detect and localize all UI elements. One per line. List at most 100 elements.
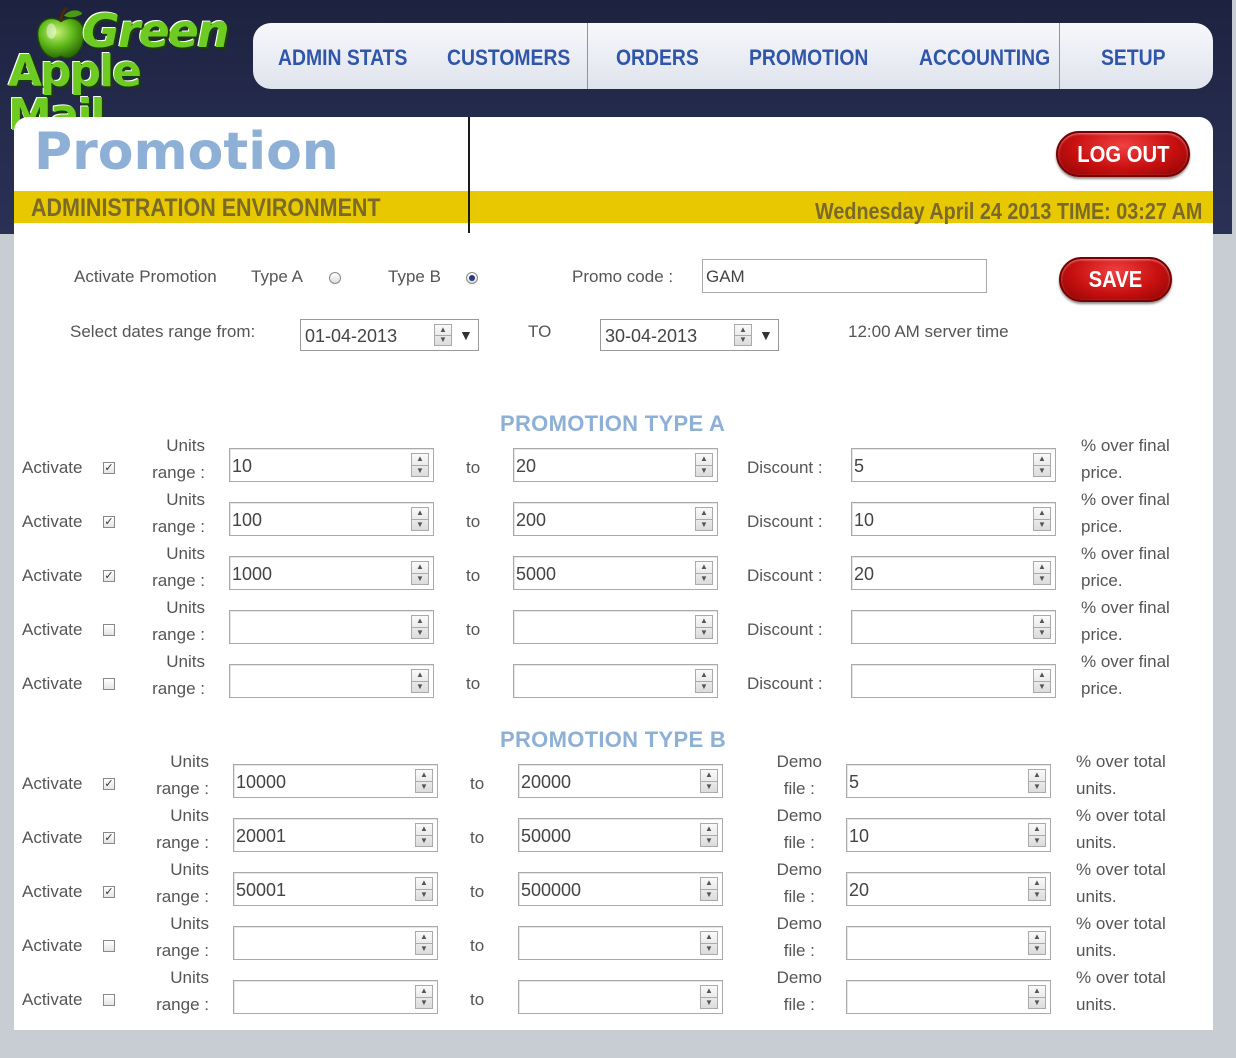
spin-up-icon[interactable]: ▲ <box>416 824 432 835</box>
spin-up-icon[interactable]: ▲ <box>696 454 712 465</box>
spin-down-icon[interactable]: ▼ <box>696 680 712 693</box>
spin-down-icon[interactable]: ▼ <box>435 334 451 346</box>
number-spinner[interactable]: ▲ ▼ <box>411 453 429 477</box>
activate-checkbox[interactable]: ✓ <box>103 570 115 582</box>
spin-up-icon[interactable]: ▲ <box>416 770 432 781</box>
spin-up-icon[interactable]: ▲ <box>1029 932 1045 943</box>
spin-up-icon[interactable]: ▲ <box>696 670 712 681</box>
number-spinner[interactable]: ▲ ▼ <box>695 453 713 477</box>
units-from-field[interactable]: 20001 ▲ ▼ <box>233 818 438 852</box>
spin-up-icon[interactable]: ▲ <box>701 986 717 997</box>
spin-up-icon[interactable]: ▲ <box>1034 508 1050 519</box>
number-spinner[interactable]: ▲ ▼ <box>415 931 433 955</box>
spin-up-icon[interactable]: ▲ <box>701 770 717 781</box>
promo-code-input[interactable]: GAM <box>702 259 987 293</box>
units-to-field[interactable]: 5000 ▲ ▼ <box>513 556 718 590</box>
spin-down-icon[interactable]: ▼ <box>696 572 712 585</box>
units-from-field[interactable]: 50001 ▲ ▼ <box>233 872 438 906</box>
number-spinner[interactable]: ▲ ▼ <box>1028 823 1046 847</box>
units-from-field[interactable]: 10000 ▲ ▼ <box>233 764 438 798</box>
demo-file-field[interactable]: ▲ ▼ <box>846 926 1051 960</box>
spin-up-icon[interactable]: ▲ <box>412 562 428 573</box>
number-spinner[interactable]: ▲ ▼ <box>695 507 713 531</box>
nav-promotion[interactable]: PROMOTION <box>749 45 868 71</box>
spin-down-icon[interactable]: ▼ <box>696 464 712 477</box>
spin-up-icon[interactable]: ▲ <box>1034 616 1050 627</box>
activate-checkbox[interactable]: ✓ <box>103 832 115 844</box>
spin-down-icon[interactable]: ▼ <box>412 464 428 477</box>
spin-down-icon[interactable]: ▼ <box>701 834 717 847</box>
activate-checkbox[interactable] <box>103 940 115 952</box>
number-spinner[interactable]: ▲ ▼ <box>1028 931 1046 955</box>
number-spinner[interactable]: ▲ ▼ <box>411 561 429 585</box>
date-to-spinner[interactable]: ▲ ▼ <box>734 324 752 346</box>
spin-down-icon[interactable]: ▼ <box>701 942 717 955</box>
number-spinner[interactable]: ▲ ▼ <box>415 985 433 1009</box>
demo-file-field[interactable]: 10 ▲ ▼ <box>846 818 1051 852</box>
spin-down-icon[interactable]: ▼ <box>1029 834 1045 847</box>
spin-up-icon[interactable]: ▲ <box>1029 986 1045 997</box>
number-spinner[interactable]: ▲ ▼ <box>1028 877 1046 901</box>
units-from-field[interactable]: ▲ ▼ <box>233 926 438 960</box>
date-to-picker[interactable]: 30-04-2013 <box>600 319 779 351</box>
spin-down-icon[interactable]: ▼ <box>696 518 712 531</box>
number-spinner[interactable]: ▲ ▼ <box>415 769 433 793</box>
activate-checkbox[interactable] <box>103 624 115 636</box>
spin-up-icon[interactable]: ▲ <box>1034 670 1050 681</box>
spin-down-icon[interactable]: ▼ <box>412 680 428 693</box>
units-to-field[interactable]: 50000 ▲ ▼ <box>518 818 723 852</box>
number-spinner[interactable]: ▲ ▼ <box>411 615 429 639</box>
date-from-spinner[interactable]: ▲ ▼ <box>434 324 452 346</box>
spin-down-icon[interactable]: ▼ <box>696 626 712 639</box>
number-spinner[interactable]: ▲ ▼ <box>700 877 718 901</box>
spin-down-icon[interactable]: ▼ <box>1034 572 1050 585</box>
activate-checkbox[interactable] <box>103 994 115 1006</box>
spin-up-icon[interactable]: ▲ <box>735 325 751 335</box>
spin-up-icon[interactable]: ▲ <box>696 562 712 573</box>
discount-field[interactable]: 5 ▲ ▼ <box>851 448 1056 482</box>
spin-up-icon[interactable]: ▲ <box>1029 824 1045 835</box>
spin-up-icon[interactable]: ▲ <box>1029 770 1045 781</box>
spin-down-icon[interactable]: ▼ <box>1034 518 1050 531</box>
spin-down-icon[interactable]: ▼ <box>701 888 717 901</box>
spin-down-icon[interactable]: ▼ <box>412 626 428 639</box>
number-spinner[interactable]: ▲ ▼ <box>695 561 713 585</box>
activate-checkbox[interactable]: ✓ <box>103 886 115 898</box>
spin-up-icon[interactable]: ▲ <box>412 508 428 519</box>
spin-down-icon[interactable]: ▼ <box>1034 626 1050 639</box>
number-spinner[interactable]: ▲ ▼ <box>695 669 713 693</box>
spin-up-icon[interactable]: ▲ <box>416 932 432 943</box>
units-to-field[interactable]: 20000 ▲ ▼ <box>518 764 723 798</box>
spin-down-icon[interactable]: ▼ <box>416 942 432 955</box>
spin-down-icon[interactable]: ▼ <box>1034 680 1050 693</box>
number-spinner[interactable]: ▲ ▼ <box>1033 669 1051 693</box>
number-spinner[interactable]: ▲ ▼ <box>1033 453 1051 477</box>
type-a-radio[interactable] <box>329 272 341 284</box>
units-to-field[interactable]: ▲ ▼ <box>518 980 723 1014</box>
spin-down-icon[interactable]: ▼ <box>1029 780 1045 793</box>
spin-down-icon[interactable]: ▼ <box>1029 888 1045 901</box>
nav-orders[interactable]: ORDERS <box>616 45 699 71</box>
spin-down-icon[interactable]: ▼ <box>701 996 717 1009</box>
discount-field[interactable]: ▲ ▼ <box>851 664 1056 698</box>
spin-up-icon[interactable]: ▲ <box>416 878 432 889</box>
logo[interactable]: Green Apple Mail <box>4 2 244 138</box>
number-spinner[interactable]: ▲ ▼ <box>700 931 718 955</box>
spin-down-icon[interactable]: ▼ <box>416 996 432 1009</box>
demo-file-field[interactable]: ▲ ▼ <box>846 980 1051 1014</box>
spin-up-icon[interactable]: ▲ <box>1034 454 1050 465</box>
number-spinner[interactable]: ▲ ▼ <box>700 769 718 793</box>
number-spinner[interactable]: ▲ ▼ <box>411 669 429 693</box>
spin-down-icon[interactable]: ▼ <box>1034 464 1050 477</box>
demo-file-field[interactable]: 20 ▲ ▼ <box>846 872 1051 906</box>
units-from-field[interactable]: 100 ▲ ▼ <box>229 502 434 536</box>
spin-up-icon[interactable]: ▲ <box>435 325 451 335</box>
spin-up-icon[interactable]: ▲ <box>412 670 428 681</box>
discount-field[interactable]: 20 ▲ ▼ <box>851 556 1056 590</box>
number-spinner[interactable]: ▲ ▼ <box>695 615 713 639</box>
units-to-field[interactable]: 500000 ▲ ▼ <box>518 872 723 906</box>
spin-down-icon[interactable]: ▼ <box>412 572 428 585</box>
activate-checkbox[interactable] <box>103 678 115 690</box>
nav-setup[interactable]: SETUP <box>1101 45 1166 71</box>
units-from-field[interactable]: 1000 ▲ ▼ <box>229 556 434 590</box>
